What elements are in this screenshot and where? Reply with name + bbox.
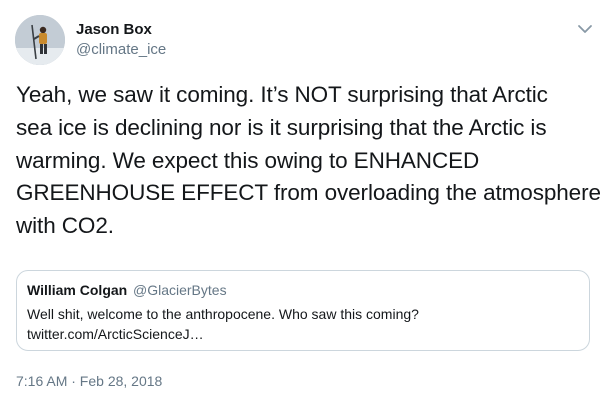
quoted-link[interactable]: twitter.com/ArcticScienceJ… xyxy=(27,324,577,344)
tweet-text-line: warming. We expect this owing to ENHANCE… xyxy=(16,147,480,173)
quoted-display-name: William Colgan xyxy=(27,282,128,298)
tweet-text-line: with CO2. xyxy=(16,213,114,239)
tweet-text-line: GREENHOUSE EFFECT from overloading the a… xyxy=(16,180,601,206)
author-display-name[interactable]: Jason Box xyxy=(76,21,152,38)
quoted-text: Well shit, welcome to the anthropocene. … xyxy=(27,304,577,344)
quoted-handle: @GlacierBytes xyxy=(133,282,227,298)
author-handle[interactable]: @climate_ice xyxy=(76,41,166,58)
tweet-timestamp[interactable]: 7:16 AM · Feb 28, 2018 xyxy=(16,373,162,389)
tweet-text-line: Yeah, we saw it coming. It’s NOT surpris… xyxy=(16,82,548,107)
chevron-down-icon[interactable] xyxy=(576,22,594,36)
quoted-text-line: Well shit, welcome to the anthropocene. … xyxy=(27,306,419,322)
tweet-text-line: sea ice is declining nor is it surprisin… xyxy=(16,114,547,140)
tweet-card: Jason Box @climate_ice Yeah, we saw it c… xyxy=(0,0,606,405)
quoted-tweet[interactable]: William Colgan @GlacierBytes Well shit, … xyxy=(16,270,590,351)
tweet-text: Yeah, we saw it coming. It’s NOT surpris… xyxy=(16,79,601,243)
person-on-ice-avatar-icon xyxy=(15,15,65,65)
author-avatar[interactable] xyxy=(15,15,65,65)
